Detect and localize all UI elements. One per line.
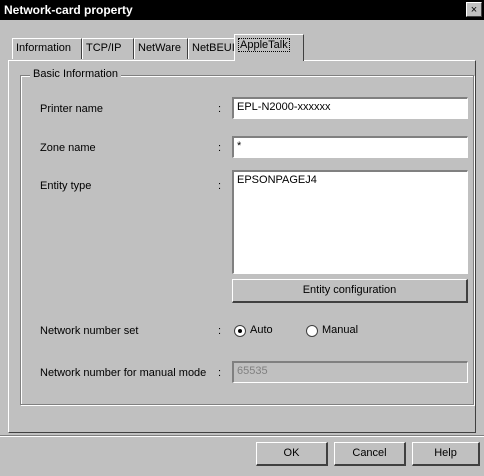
tab-netbeui[interactable]: NetBEUI (188, 38, 236, 59)
zone-name-field[interactable]: * (232, 136, 468, 158)
tab-tcpip[interactable]: TCP/IP (82, 38, 134, 59)
network-number-manual-field[interactable]: 65535 (232, 361, 468, 383)
network-number-set-label: Network number set (40, 325, 139, 337)
zone-name-label: Zone name (40, 142, 96, 154)
entity-configuration-button[interactable]: Entity configuration (232, 279, 468, 303)
auto-radio[interactable] (234, 325, 246, 337)
colon: : (218, 367, 222, 379)
auto-radio-label[interactable]: Auto (250, 324, 273, 336)
network-card-property-window: Network-card property × Information TCP/… (0, 0, 484, 476)
network-number-manual-label: Network number for manual mode (40, 367, 207, 379)
window-title: Network-card property (4, 3, 133, 17)
entity-type-list[interactable]: EPSONPAGEJ4 (232, 170, 468, 274)
entity-type-label: Entity type (40, 180, 92, 192)
printer-name-label: Printer name (40, 103, 103, 115)
title-bar: Network-card property × (0, 0, 484, 20)
colon: : (218, 103, 222, 115)
bottom-separator (0, 435, 484, 437)
manual-radio-label[interactable]: Manual (322, 324, 358, 336)
tab-netware[interactable]: NetWare (134, 38, 188, 59)
printer-name-field[interactable]: EPL-N2000-xxxxxx (232, 97, 468, 119)
ok-button[interactable]: OK (256, 442, 328, 466)
tab-appletalk[interactable]: AppleTalk (234, 34, 304, 61)
radio-dot (238, 329, 242, 333)
colon: : (218, 180, 222, 192)
group-title: Basic Information (30, 68, 121, 80)
colon: : (218, 325, 222, 337)
manual-radio[interactable] (306, 325, 318, 337)
tab-information[interactable]: Information (12, 38, 82, 59)
colon: : (218, 142, 222, 154)
cancel-button[interactable]: Cancel (334, 442, 406, 466)
close-icon[interactable]: × (466, 2, 482, 17)
help-button[interactable]: Help (412, 442, 480, 466)
